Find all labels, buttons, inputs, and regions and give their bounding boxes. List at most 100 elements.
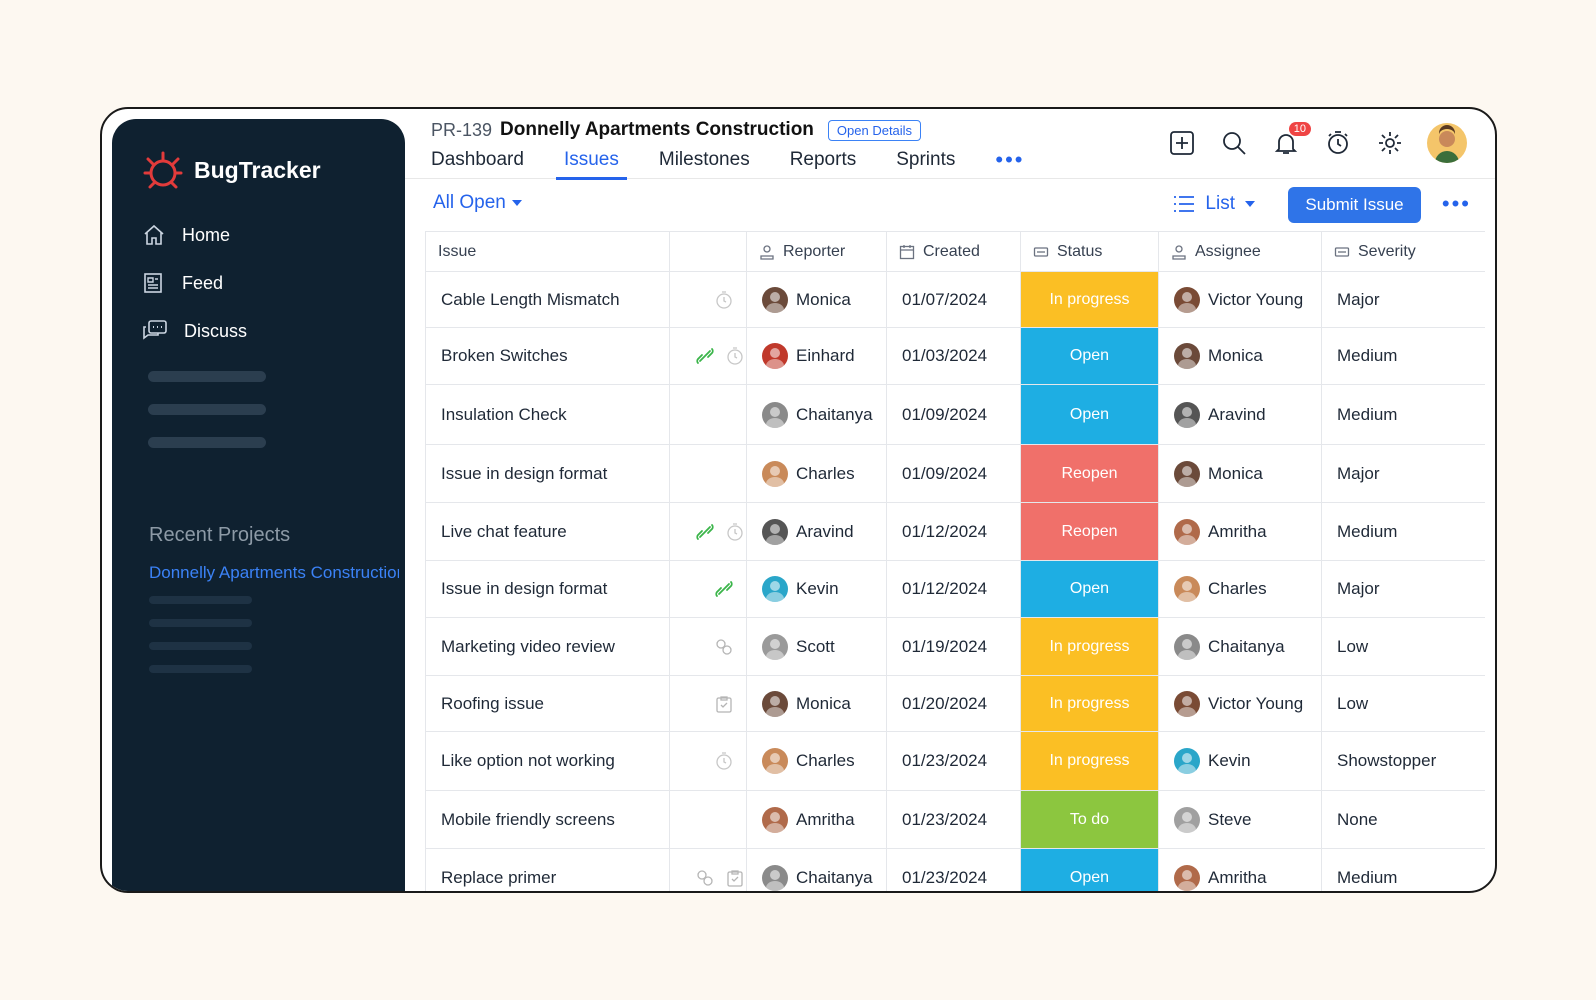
more-tabs-icon[interactable]: •••: [995, 149, 1024, 179]
timer-icon: [727, 523, 743, 541]
severity-cell[interactable]: Medium: [1321, 384, 1485, 445]
issue-title-cell[interactable]: Replace primer: [425, 848, 670, 891]
sidebar-item-home[interactable]: Home: [142, 211, 247, 259]
status-badge[interactable]: Open: [1020, 327, 1159, 385]
tab-dashboard[interactable]: Dashboard: [431, 149, 524, 179]
assignee-cell[interactable]: Steve: [1158, 790, 1322, 849]
status-badge[interactable]: Open: [1020, 560, 1159, 618]
timer-icon: [1328, 131, 1348, 154]
issue-title-cell[interactable]: Cable Length Mismatch: [425, 271, 670, 328]
severity-cell[interactable]: Major: [1321, 560, 1485, 618]
tab-issues[interactable]: Issues: [555, 149, 627, 180]
assignee-cell[interactable]: Aravind: [1158, 384, 1322, 445]
table-row[interactable]: Roofing issue Monica 01/20/2024 In progress…: [425, 675, 1485, 732]
submit-issue-button[interactable]: Submit Issue: [1288, 187, 1421, 223]
issue-title-cell[interactable]: Issue in design format: [425, 444, 670, 503]
assignee-cell[interactable]: Monica: [1158, 327, 1322, 385]
column-header-assignee[interactable]: Assignee: [1158, 231, 1322, 272]
reporter-cell[interactable]: Aravind: [746, 502, 887, 561]
table-row[interactable]: Live chat feature Aravind 01/12/2024 Reopen…: [425, 502, 1485, 561]
severity-cell[interactable]: Medium: [1321, 502, 1485, 561]
severity-tag-icon: [1334, 246, 1350, 257]
reporter-cell[interactable]: Chaitanya: [746, 848, 887, 891]
severity-cell[interactable]: None: [1321, 790, 1485, 849]
issue-title-cell[interactable]: Broken Switches: [425, 327, 670, 385]
assignee-cell[interactable]: Charles: [1158, 560, 1322, 618]
more-options-icon[interactable]: •••: [1442, 191, 1471, 217]
notifications-button[interactable]: 10: [1271, 122, 1311, 158]
table-row[interactable]: Issue in design format Kevin 01/12/2024 Ope…: [425, 560, 1485, 618]
severity-cell[interactable]: Major: [1321, 271, 1485, 328]
severity-cell[interactable]: Medium: [1321, 327, 1485, 385]
sidebar-item-discuss[interactable]: Discuss: [142, 307, 247, 355]
sidebar-item-feed[interactable]: Feed: [142, 259, 247, 307]
table-row[interactable]: Broken Switches Einhard 01/03/2024 Open Moni…: [425, 327, 1485, 385]
open-details-button[interactable]: Open Details: [827, 119, 922, 141]
avatar: [762, 286, 788, 313]
reporter-cell[interactable]: Chaitanya: [746, 384, 887, 445]
issue-title-cell[interactable]: Issue in design format: [425, 560, 670, 618]
column-header-severity[interactable]: Severity: [1321, 231, 1485, 272]
assignee-cell[interactable]: Monica: [1158, 444, 1322, 503]
column-header-issue[interactable]: Issue: [425, 231, 670, 272]
filter-dropdown[interactable]: All Open: [433, 192, 522, 214]
status-badge[interactable]: Open: [1020, 848, 1159, 891]
column-header-reporter[interactable]: Reporter: [746, 231, 887, 272]
reporter-cell[interactable]: Einhard: [746, 327, 887, 385]
column-header-status[interactable]: Status: [1020, 231, 1159, 272]
issue-title-cell[interactable]: Roofing issue: [425, 675, 670, 732]
add-button[interactable]: [1167, 128, 1197, 158]
table-row[interactable]: Cable Length Mismatch Monica 01/07/2024 In …: [425, 271, 1485, 328]
assignee-cell[interactable]: Amritha: [1158, 502, 1322, 561]
assignee-cell[interactable]: Victor Young: [1158, 675, 1322, 732]
status-badge[interactable]: Reopen: [1020, 444, 1159, 503]
status-badge[interactable]: Open: [1020, 384, 1159, 445]
assignee-cell[interactable]: Amritha: [1158, 848, 1322, 891]
status-badge[interactable]: To do: [1020, 790, 1159, 849]
recent-project-link[interactable]: Donnelly Apartments Construction: [149, 563, 399, 583]
table-row[interactable]: Issue in design format Charles 01/09/2024 R…: [425, 444, 1485, 503]
severity-cell[interactable]: Major: [1321, 444, 1485, 503]
table-row[interactable]: Marketing video review Scott 01/19/2024 In …: [425, 617, 1485, 676]
avatar: [1174, 518, 1200, 545]
reporter-cell[interactable]: Charles: [746, 444, 887, 503]
severity-cell[interactable]: Low: [1321, 617, 1485, 676]
issue-title-cell[interactable]: Insulation Check: [425, 384, 670, 445]
tab-reports[interactable]: Reports: [790, 149, 857, 179]
assignee-cell[interactable]: Victor Young: [1158, 271, 1322, 328]
issue-title-cell[interactable]: Live chat feature: [425, 502, 670, 561]
table-row[interactable]: Like option not working Charles 01/23/2024…: [425, 731, 1485, 791]
reporter-cell[interactable]: Monica: [746, 675, 887, 732]
table-row[interactable]: Insulation Check Chaitanya 01/09/2024 Open A…: [425, 384, 1485, 445]
severity-cell[interactable]: Showstopper: [1321, 731, 1485, 791]
status-badge[interactable]: Reopen: [1020, 502, 1159, 561]
table-row[interactable]: Mobile friendly screens Amritha 01/23/2024…: [425, 790, 1485, 849]
status-badge[interactable]: In progress: [1020, 731, 1159, 791]
assignee-cell[interactable]: Chaitanya: [1158, 617, 1322, 676]
settings-button[interactable]: [1375, 128, 1405, 158]
tab-sprints[interactable]: Sprints: [896, 149, 955, 179]
table-row[interactable]: Replace primer Chaitanya 01/23/2024 Open Amr…: [425, 848, 1485, 891]
assignee-cell[interactable]: Kevin: [1158, 731, 1322, 791]
issue-title-cell[interactable]: Like option not working: [425, 731, 670, 791]
status-badge[interactable]: In progress: [1020, 617, 1159, 676]
view-dropdown[interactable]: List: [1173, 193, 1255, 215]
header-actions: 10: [1167, 122, 1467, 163]
severity-cell[interactable]: Low: [1321, 675, 1485, 732]
reporter-cell[interactable]: Amritha: [746, 790, 887, 849]
column-header-created[interactable]: Created: [886, 231, 1021, 272]
reporter-cell[interactable]: Scott: [746, 617, 887, 676]
status-badge[interactable]: In progress: [1020, 675, 1159, 732]
issue-title-cell[interactable]: Marketing video review: [425, 617, 670, 676]
reporter-cell[interactable]: Charles: [746, 731, 887, 791]
notification-badge: 10: [1288, 122, 1311, 136]
tab-milestones[interactable]: Milestones: [659, 149, 750, 179]
reporter-cell[interactable]: Monica: [746, 271, 887, 328]
timer-button[interactable]: [1323, 128, 1353, 158]
issue-title-cell[interactable]: Mobile friendly screens: [425, 790, 670, 849]
severity-cell[interactable]: Medium: [1321, 848, 1485, 891]
search-button[interactable]: [1219, 128, 1249, 158]
status-badge[interactable]: In progress: [1020, 271, 1159, 328]
user-avatar[interactable]: [1427, 123, 1467, 163]
reporter-cell[interactable]: Kevin: [746, 560, 887, 618]
